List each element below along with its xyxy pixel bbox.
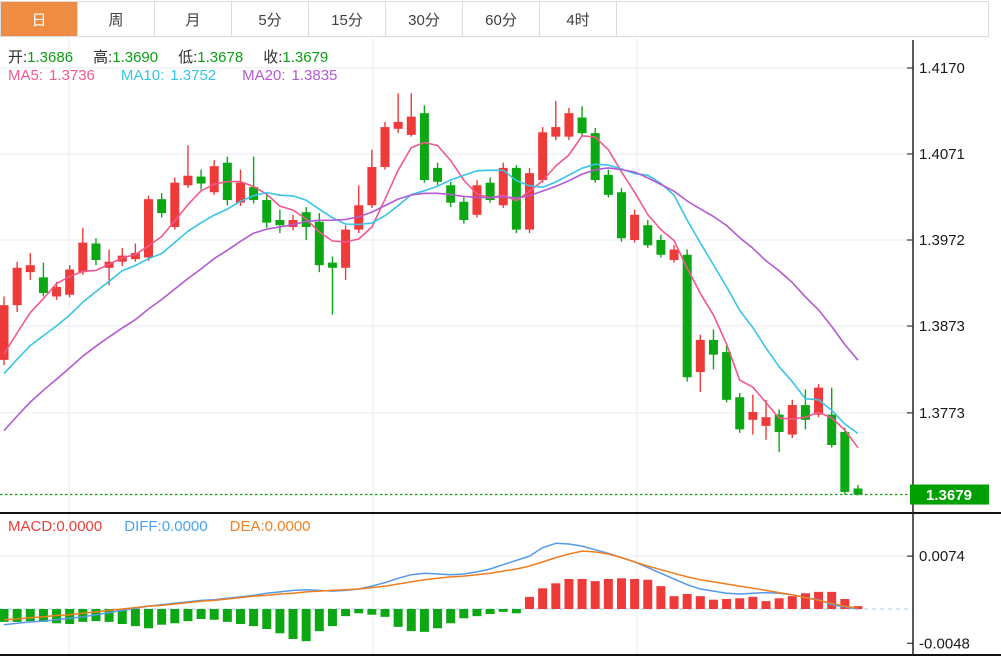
macd-tick-label: -0.0048 [919,635,970,652]
macd-tick-label: 0.0074 [919,548,965,565]
tab-week[interactable]: 周 [78,2,155,36]
tab-5min[interactable]: 5分 [232,2,309,36]
close-value: 1.3679 [282,49,329,66]
ma5-label: MA5: [8,67,44,84]
macd-panel [0,542,863,642]
grid-lines [0,38,913,654]
tab-30min[interactable]: 30分 [386,2,463,36]
ma-row: MA5: 1.3736 MA10: 1.3752 MA20: 1.3835 [8,67,337,84]
macd-label: MACD: [8,518,57,535]
price-tick-label: 1.3873 [919,318,965,335]
low-value: 1.3678 [197,49,244,66]
svg-text:1.3679: 1.3679 [926,487,972,504]
macd-row: MACD:0.0000 DIFF:0.0000 DEA:0.0000 [8,518,311,535]
high-value: 1.3690 [112,49,159,66]
ma10-value: 1.3752 [170,67,217,84]
tab-4hour[interactable]: 4时 [540,2,617,36]
dea-value: 0.0000 [264,518,311,535]
ma20-label: MA20: [242,67,286,84]
low-label: 低: [178,49,198,66]
ma10-label: MA10: [120,67,165,84]
tab-month[interactable]: 月 [155,2,232,36]
open-label: 开: [8,49,28,66]
close-label: 收: [263,49,283,66]
price-tick-label: 1.4170 [919,60,965,77]
ma20-value: 1.3835 [291,67,338,84]
ma5-value: 1.3736 [49,67,95,84]
tab-60min[interactable]: 60分 [463,2,540,36]
dea-label: DEA: [229,518,265,535]
diff-label: DIFF: [124,518,162,535]
macd-value: 0.0000 [56,518,103,535]
current-price-badge: 1.3679 [910,484,989,505]
axes: 1.4170 1.4071 1.3972 1.3873 1.3773 0.0074 -0.0… [0,40,1001,656]
kline-chart: 1.4170 1.4071 1.3972 1.3873 1.3773 0.0074 -0.0… [0,38,1001,656]
high-label: 高: [93,49,113,66]
diff-value: 0.0000 [161,518,208,535]
price-tick-label: 1.3773 [919,405,965,422]
timeframe-tabs: 日周月 5分 15分 30分 60分 4时 [0,1,989,37]
tab-15min[interactable]: 15分 [309,2,386,36]
open-value: 1.3686 [27,49,74,66]
price-tick-label: 1.3972 [919,232,965,249]
ohlc-row: 开:1.3686 高:1.3690 低:1.3678 收:1.3679 [8,46,348,67]
ma-lines [3,135,859,449]
price-tick-label: 1.4071 [919,146,965,163]
tab-day[interactable]: 日 [1,2,78,36]
